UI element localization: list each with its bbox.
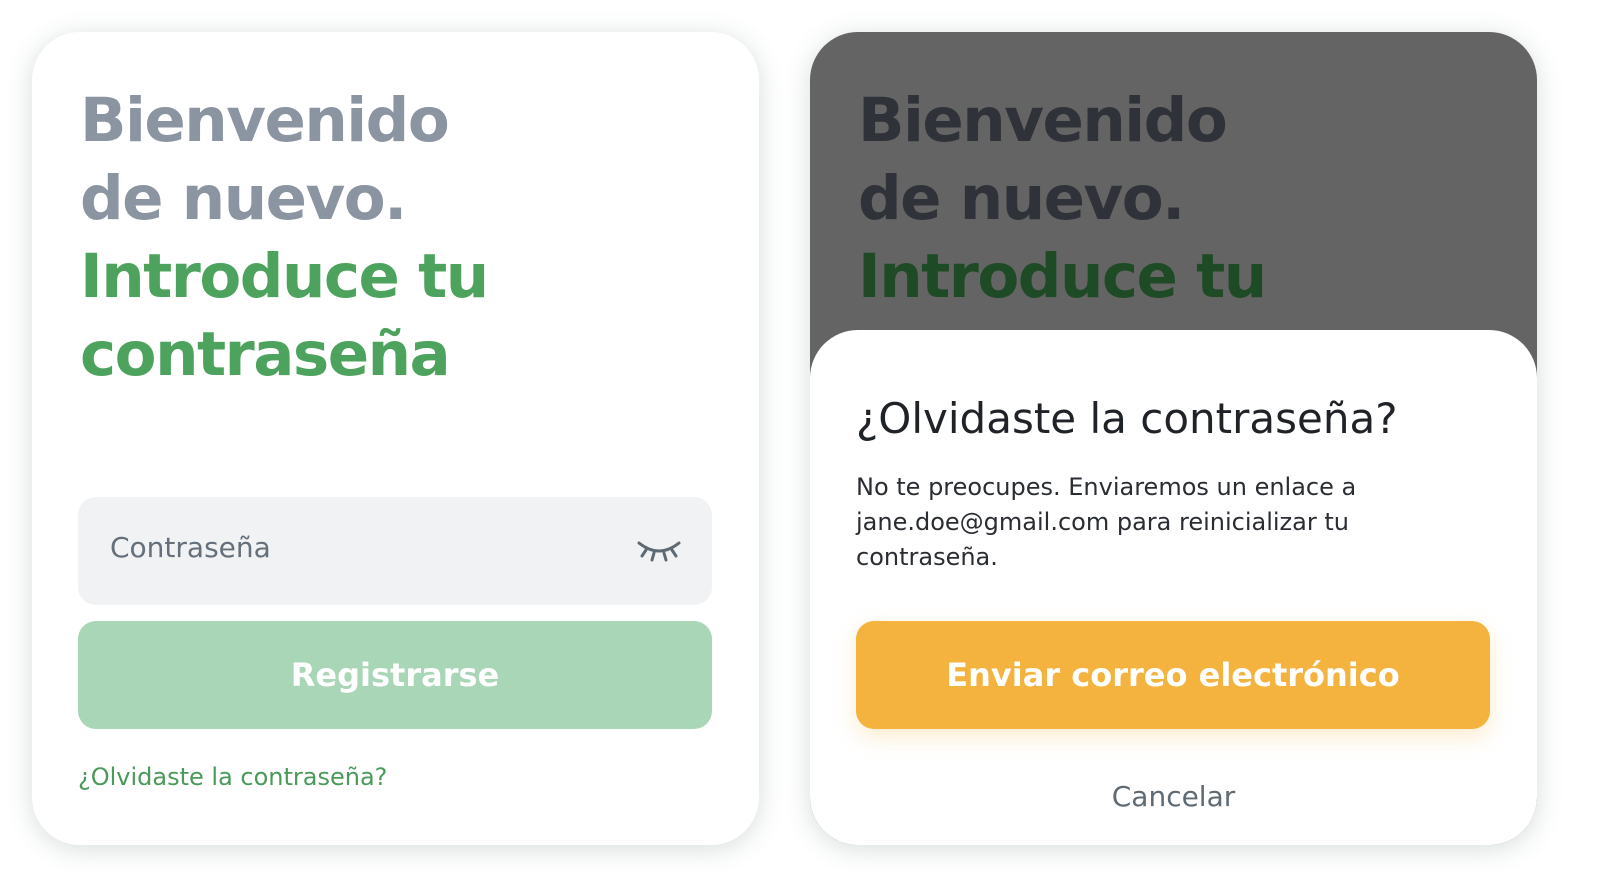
welcome-heading: Bienvenido de nuevo. Introduce tu contra… [80,82,489,394]
register-button[interactable]: Registrarse [78,621,712,729]
eye-closed-icon[interactable] [636,537,682,563]
heading-line-4: contraseña [80,319,451,390]
heading-line-1: Bienvenido [858,85,1228,156]
welcome-heading-dimmed: Bienvenido de nuevo. Introduce tu [858,82,1267,316]
send-email-button[interactable]: Enviar correo electrónico [856,621,1490,729]
heading-line-2: de nuevo. [858,163,1185,234]
cancel-button[interactable]: Cancelar [810,780,1537,813]
heading-line-2: de nuevo. [80,163,407,234]
login-screen: Bienvenido de nuevo. Introduce tu contra… [32,32,759,845]
heading-line-3: Introduce tu [858,241,1267,312]
sheet-title: ¿Olvidaste la contraseña? [856,394,1398,443]
heading-line-3: Introduce tu [80,241,489,312]
password-placeholder: Contraseña [110,531,271,564]
reset-screen: Bienvenido de nuevo. Introduce tu ¿Olvid… [810,32,1537,845]
forgot-password-sheet: ¿Olvidaste la contraseña? No te preocupe… [810,330,1537,845]
heading-line-1: Bienvenido [80,85,450,156]
forgot-password-link[interactable]: ¿Olvidaste la contraseña? [78,763,387,791]
password-field[interactable]: Contraseña [78,497,712,605]
sheet-description: No te preocupes. Enviaremos un enlace a … [856,473,1357,571]
